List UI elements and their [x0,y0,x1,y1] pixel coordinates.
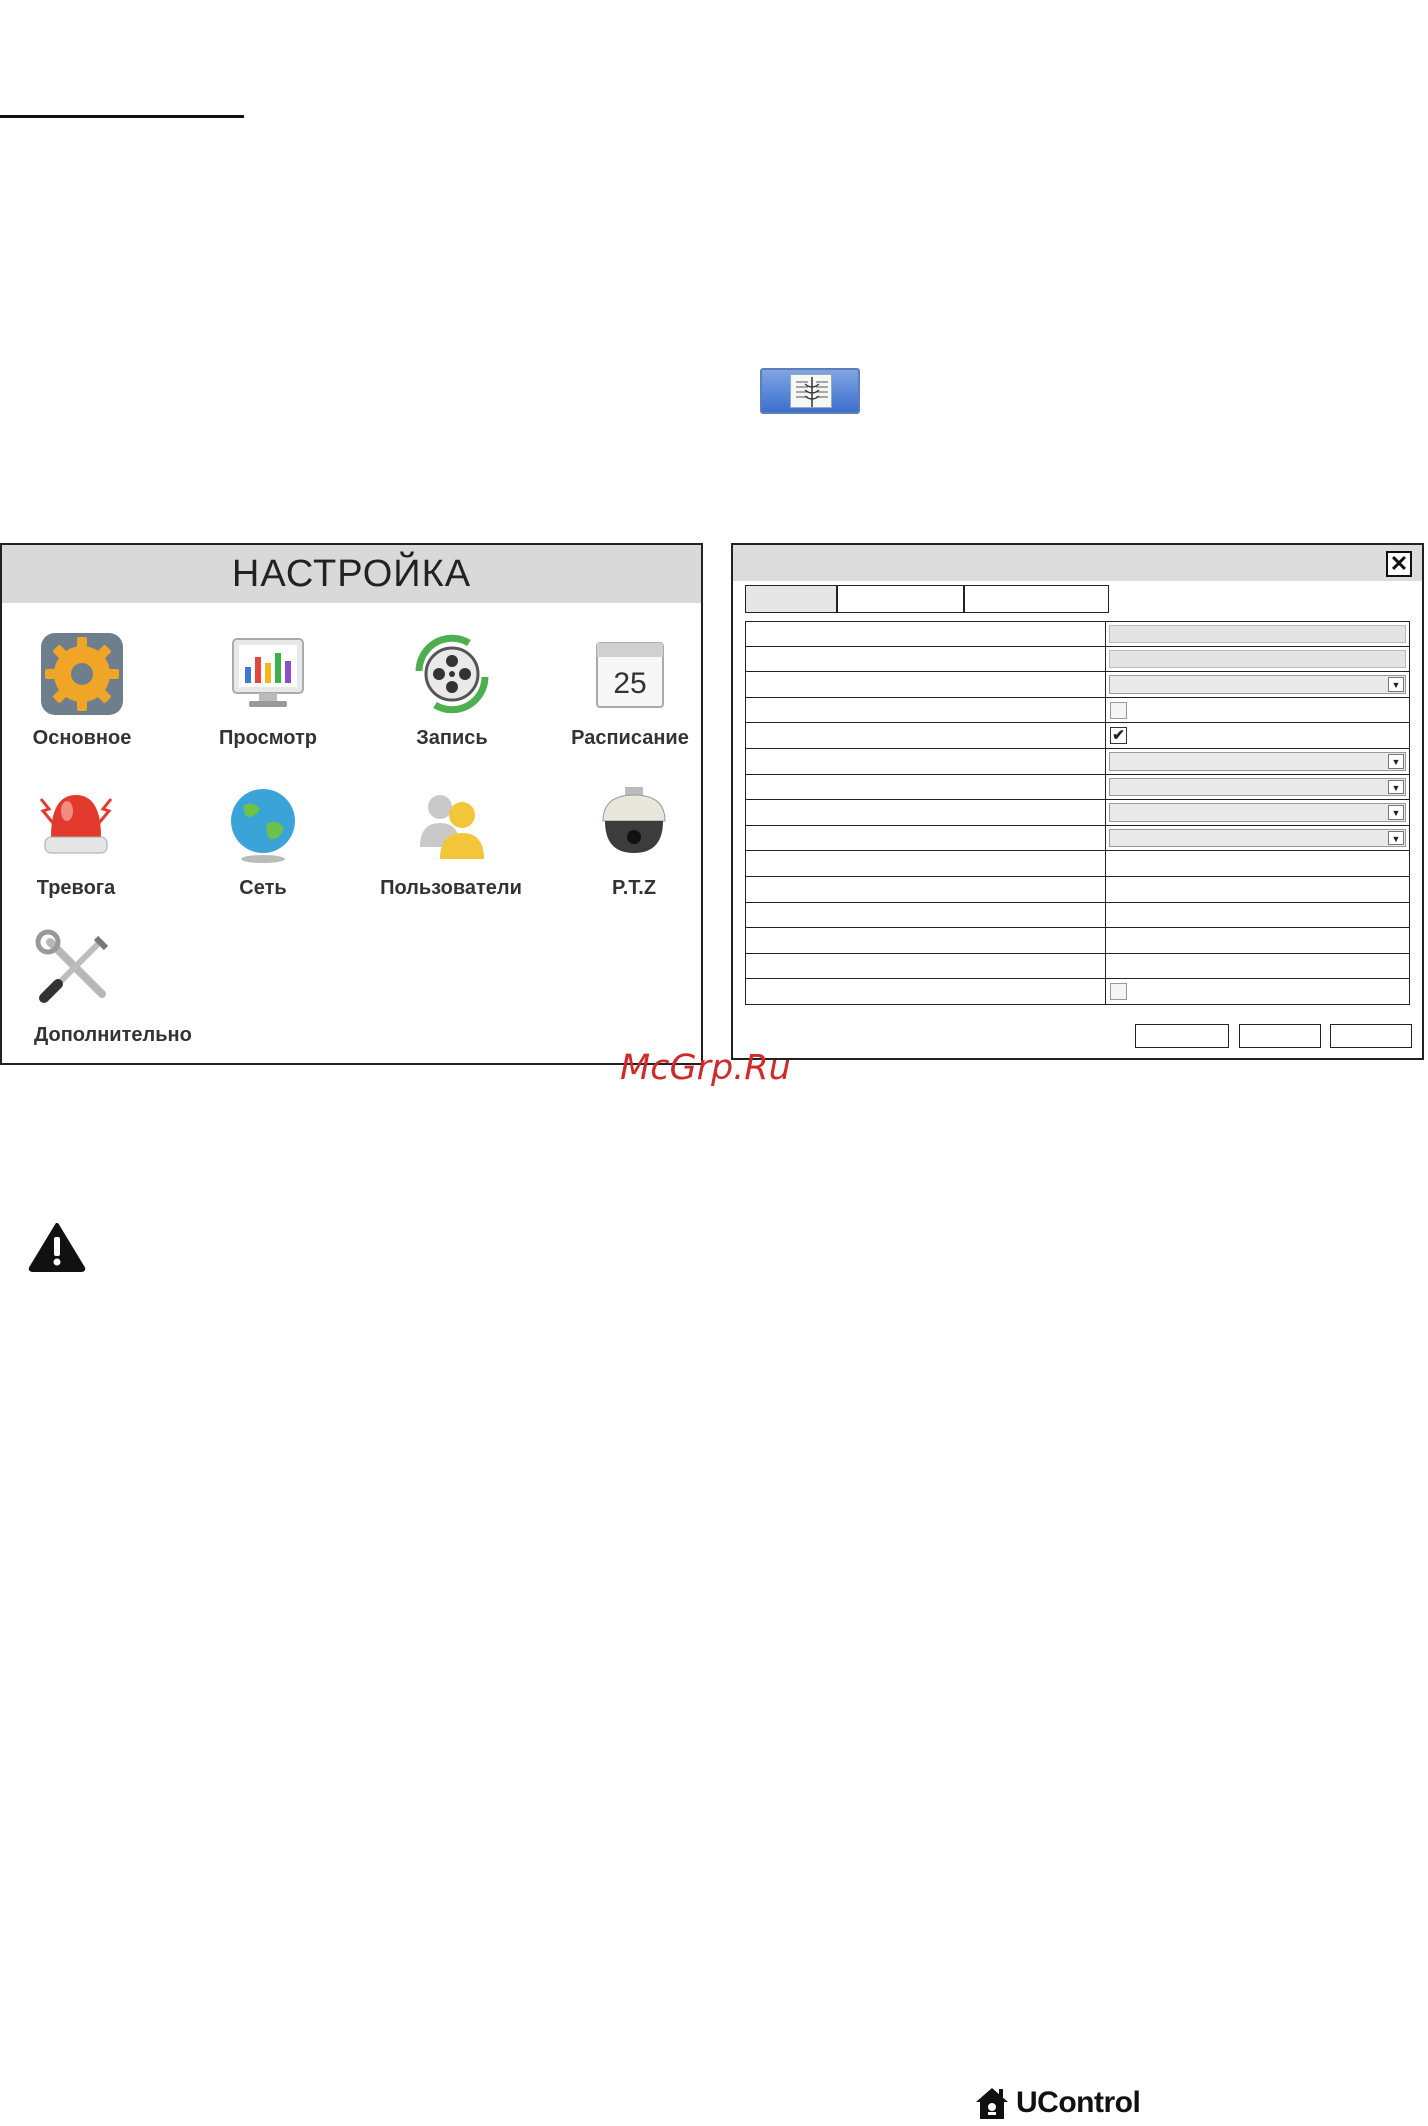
settings-panel: НАСТРОЙКА Основное Просмотр Запись 25 Ра… [0,543,703,1065]
menu-item-schedule[interactable]: 25 Расписание [540,631,720,750]
tab-3[interactable] [964,585,1109,613]
dialog-button-1[interactable] [1135,1024,1229,1048]
menu-item-advanced[interactable]: Дополнительно [28,928,208,1047]
menu-item-basic[interactable]: Основное [0,631,172,750]
dialog-button-3[interactable] [1330,1024,1412,1048]
brand-name: UControl [1016,2086,1141,2119]
dialog-button-2[interactable] [1239,1024,1321,1048]
menu-item-label: Запись [416,727,488,749]
form-row [745,979,1410,1005]
menu-item-label: Просмотр [219,727,317,749]
form-row: ▼ [745,825,1410,852]
form-row [745,902,1410,929]
text-field[interactable] [1106,877,1409,902]
form-row [745,646,1410,673]
close-button[interactable]: ✕ [1386,551,1412,577]
warning-icon [28,1222,86,1272]
menu-item-label: Дополнительно [34,1024,192,1046]
row-label [746,979,1106,1004]
menu-item-preview[interactable]: Просмотр [178,631,358,750]
gear-icon [39,631,125,717]
menu-item-alarm[interactable]: Тревога [0,781,166,900]
house-icon [974,2085,1010,2121]
dropdown[interactable]: ▼ [1109,828,1406,848]
text-field[interactable] [1106,928,1409,953]
dropdown[interactable]: ▼ [1109,777,1406,797]
menu-item-label: Пользователи [380,877,522,899]
form-row: ▼ [745,748,1410,775]
checkbox[interactable] [1110,983,1127,1001]
row-label [746,825,1106,851]
row-label [746,646,1106,672]
settings-title: НАСТРОЙКА [2,545,701,603]
menu-item-label: Расписание [571,727,689,749]
menu-button[interactable] [760,368,860,414]
form-row [745,851,1410,877]
header-rule [0,115,244,118]
row-label [746,697,1106,723]
monitor-chart-icon [225,631,311,717]
film-reel-icon [409,631,495,717]
row-label [746,876,1106,902]
row-label [746,928,1106,953]
dropdown[interactable]: ▼ [1109,675,1406,694]
globe-icon [220,781,306,867]
row-label [746,672,1106,697]
menu-item-label: Сеть [239,877,287,899]
menu-item-label: P.T.Z [611,877,657,899]
menu-item-ptz[interactable]: P.T.Z [544,781,724,900]
settings-dialog: ✕ ▼ ✔ ▼ ▼ ▼ ▼ [731,543,1424,1060]
readonly-field [1109,625,1406,643]
form-row: ▼ [745,800,1410,826]
row-label [746,953,1106,979]
row-label [746,902,1106,928]
form-row [745,697,1410,724]
form-row: ▼ [745,672,1410,698]
form-row [745,621,1410,647]
text-field[interactable] [1106,954,1409,979]
form-row: ✔ [745,723,1410,749]
chevron-down-icon: ▼ [1388,677,1404,692]
dropdown[interactable]: ▼ [1109,751,1406,771]
row-label [746,800,1106,825]
calendar-icon: 25 [587,631,673,717]
chevron-down-icon: ▼ [1388,779,1404,795]
dropdown[interactable]: ▼ [1109,803,1406,822]
row-label [746,748,1106,774]
row-label [746,774,1106,800]
book-icon [790,374,832,408]
chevron-down-icon: ▼ [1388,753,1404,769]
tab-2[interactable] [837,585,964,613]
checkbox-checked[interactable]: ✔ [1110,727,1127,745]
menu-item-label: Тревога [36,877,116,899]
menu-item-users[interactable]: Пользователи [361,781,541,900]
row-label [746,622,1106,646]
text-field[interactable] [1106,851,1409,876]
form-row: ▼ [745,774,1410,801]
dome-camera-icon [591,781,677,867]
checkbox[interactable] [1110,701,1127,719]
calendar-day: 25 [613,667,646,700]
chevron-down-icon: ▼ [1388,805,1404,820]
menu-item-record[interactable]: Запись [362,631,542,750]
dialog-title-bar: ✕ [733,545,1422,581]
menu-item-network[interactable]: Сеть [173,781,353,900]
text-field[interactable] [1106,903,1409,928]
readonly-field [1109,649,1406,669]
settings-form: ▼ ✔ ▼ ▼ ▼ ▼ [745,621,1410,1005]
chevron-down-icon: ▼ [1388,830,1404,846]
form-row [745,928,1410,954]
users-icon [408,781,494,867]
watermark: McGrp.Ru [620,1048,791,1088]
form-row [745,953,1410,980]
form-row [745,876,1410,903]
row-label [746,851,1106,876]
tools-icon [32,928,118,1014]
siren-icon [33,781,119,867]
menu-item-label: Основное [32,727,132,749]
brand-logo: UControl [974,2085,1141,2121]
tab-1[interactable] [745,585,837,613]
dialog-tabs [745,585,1109,615]
row-label [746,723,1106,748]
